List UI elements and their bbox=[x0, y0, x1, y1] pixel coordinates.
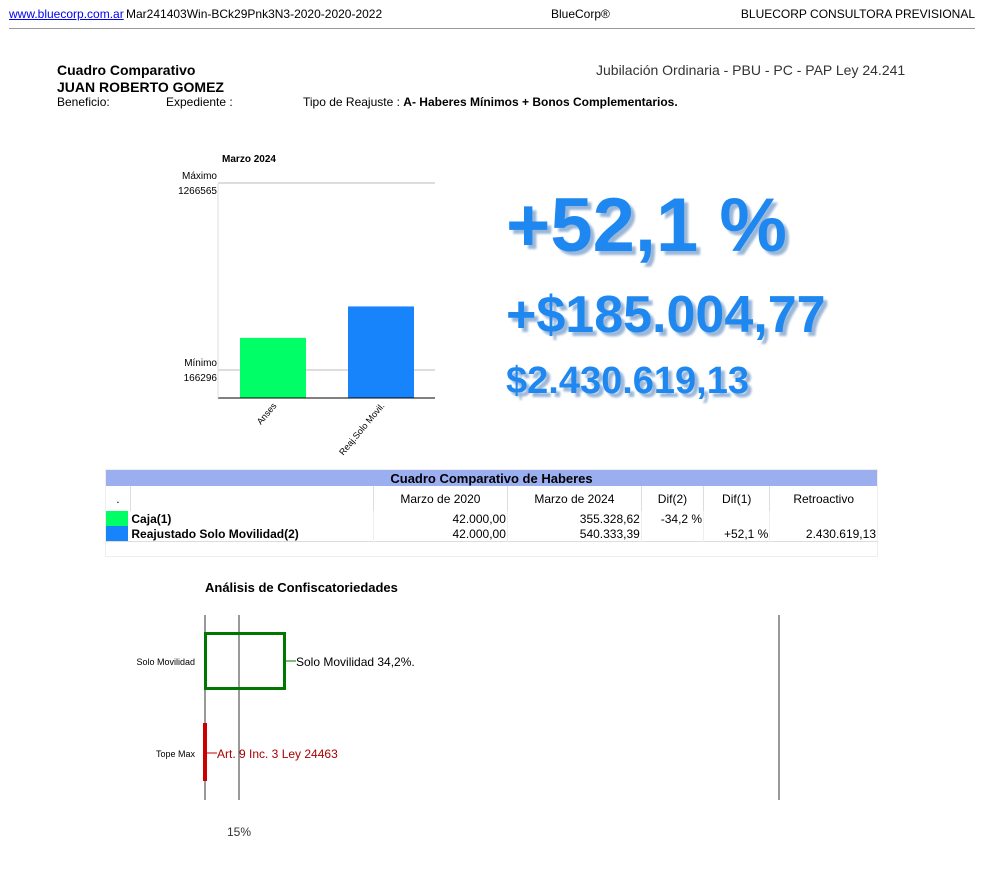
cell-retro bbox=[769, 511, 878, 526]
confiscation-chart: Solo Movilidad Solo Movilidad 34,2%. Top… bbox=[136, 615, 780, 839]
solo-movilidad-bar bbox=[204, 632, 286, 690]
reajuste-value: A- Haberes Mínimos + Bonos Complementari… bbox=[403, 95, 678, 109]
tope-max-bar bbox=[203, 723, 207, 781]
analysis-row-label-solo-movilidad: Solo Movilidad bbox=[136, 657, 195, 667]
cell-mar2024: 540.333,39 bbox=[506, 526, 642, 542]
col-header-dif1: Dif(1) bbox=[703, 486, 770, 511]
comparison-table: Cuadro Comparativo de Haberes . Marzo de… bbox=[105, 469, 878, 557]
table-title: Cuadro Comparativo de Haberes bbox=[105, 469, 878, 486]
tope-max-annotation: Art. 9 Inc. 3 Ley 24463 bbox=[217, 747, 338, 761]
table-header-row: . Marzo de 2020 Marzo de 2024 Dif(2) Dif… bbox=[105, 486, 878, 511]
expediente-label: Expediente : bbox=[166, 95, 233, 109]
col-header-dif2: Dif(2) bbox=[640, 486, 704, 511]
header-divider bbox=[9, 28, 975, 29]
row-label: Reajustado Solo Movilidad(2) bbox=[131, 526, 299, 541]
reajuste-info: Tipo de Reajuste : A- Haberes Mínimos + … bbox=[303, 95, 678, 109]
person-name: JUAN ROBERTO GOMEZ bbox=[57, 79, 224, 95]
page-title: Cuadro Comparativo bbox=[57, 62, 196, 78]
monthly-difference: +$185.004,77 bbox=[506, 286, 826, 344]
analysis-title: Análisis de Confiscatoriedades bbox=[205, 580, 398, 595]
cell-mar2020: 42.000,00 bbox=[372, 511, 508, 526]
analysis-row-label-tope-max: Tope Max bbox=[156, 749, 196, 759]
cell-dif2: -34,2 % bbox=[640, 511, 704, 526]
cell-dif1 bbox=[703, 511, 770, 526]
site-link[interactable]: www.bluecorp.com.ar bbox=[9, 7, 124, 21]
cell-dif1: +52,1 % bbox=[703, 526, 770, 542]
row-label: Caja(1) bbox=[131, 511, 172, 526]
row-color-swatch bbox=[106, 511, 131, 526]
benefit-type: Jubilación Ordinaria - PBU - PC - PAP Le… bbox=[596, 62, 906, 78]
bar-chart: Marzo 2024 Máximo 1266565 Mínimo 166296 … bbox=[178, 154, 435, 457]
col-header-concept bbox=[129, 486, 374, 511]
chart-min-label: Mínimo bbox=[184, 358, 217, 369]
row-color-swatch bbox=[106, 526, 131, 542]
cell-retro: 2.430.619,13 bbox=[769, 526, 878, 542]
table-row: Reajustado Solo Movilidad(2) 42.000,00 5… bbox=[106, 526, 878, 542]
chart-title: Marzo 2024 bbox=[222, 154, 276, 165]
table-row: Caja(1) 42.000,00 355.328,62 -34,2 % bbox=[106, 511, 878, 526]
percent-increase: +52,1 % bbox=[506, 183, 787, 268]
col-header-marker: . bbox=[105, 486, 131, 511]
col-header-mar2024: Marzo de 2024 bbox=[506, 486, 642, 511]
chart-max-label: Máximo bbox=[182, 171, 217, 182]
brand-name: BlueCorp® bbox=[551, 7, 610, 21]
chart-max-value: 1266565 bbox=[178, 186, 217, 197]
bar-anses bbox=[240, 337, 306, 398]
company-name: BLUECORP CONSULTORA PREVISIONAL bbox=[740, 7, 975, 21]
x-tick-label: Reaj.Solo Movil. bbox=[337, 401, 386, 457]
document-code: Mar241403Win-BCk29Pnk3N3-2020-2020-2022 bbox=[126, 7, 383, 21]
solo-movilidad-annotation: Solo Movilidad 34,2%. bbox=[296, 655, 415, 669]
beneficio-label: Beneficio: bbox=[57, 95, 110, 109]
cell-mar2020: 42.000,00 bbox=[372, 526, 508, 542]
chart-min-value: 166296 bbox=[184, 373, 218, 384]
retroactive-amount: $2.430.619,13 bbox=[506, 360, 750, 402]
cell-mar2024: 355.328,62 bbox=[506, 511, 642, 526]
col-header-retroactivo: Retroactivo bbox=[769, 486, 878, 511]
table-title-row: Cuadro Comparativo de Haberes bbox=[105, 469, 878, 486]
analysis-axis-label: 15% bbox=[227, 825, 251, 839]
reajuste-label: Tipo de Reajuste : bbox=[303, 95, 400, 109]
cell-dif2 bbox=[640, 526, 704, 542]
x-tick-label: Anses bbox=[255, 400, 279, 426]
col-header-mar2020: Marzo de 2020 bbox=[372, 486, 508, 511]
table-footer-row bbox=[105, 541, 878, 557]
bar-reaj-solo-movil- bbox=[348, 306, 414, 398]
